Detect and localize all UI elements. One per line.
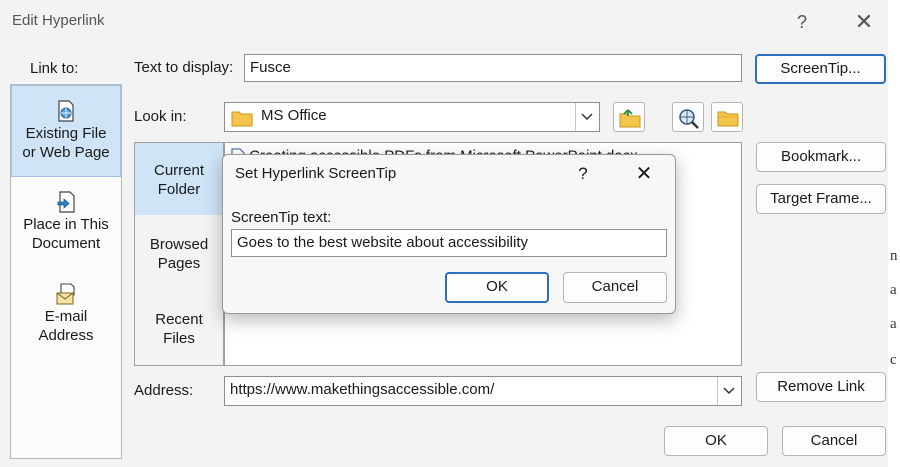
tab-current-folder-line1: Current: [153, 162, 205, 179]
dialog-title: Edit Hyperlink: [12, 12, 105, 29]
browse-web-icon: [679, 109, 699, 129]
doc-char: n: [890, 248, 898, 264]
cancel-button[interactable]: Cancel: [782, 426, 886, 456]
close-button[interactable]: ✕: [850, 8, 878, 36]
tab-recent-files[interactable]: Recent Files: [135, 310, 223, 348]
browse-file-icon: [717, 111, 739, 127]
text-to-display-label: Text to display:: [134, 59, 234, 76]
address-combo[interactable]: https://www.makethingsaccessible.com/: [224, 376, 742, 406]
link-to-place-in-document[interactable]: Place in This Document: [11, 191, 121, 253]
link-to-place-line2: Document: [31, 235, 101, 252]
screentip-text-label: ScreenTip text:: [231, 209, 332, 226]
screentip-cancel-button[interactable]: Cancel: [563, 272, 667, 303]
combo-divider: [717, 377, 718, 405]
link-to-existing-line2: or Web Page: [22, 144, 110, 161]
link-to-email-line1: E-mail: [44, 308, 88, 325]
screentip-close-button[interactable]: ✕: [629, 161, 659, 187]
up-folder-button[interactable]: [613, 102, 645, 132]
combo-divider: [575, 103, 576, 131]
tab-recent-files-line1: Recent: [155, 311, 203, 328]
location-tabs: Current Folder Browsed Pages Recent File…: [134, 142, 224, 366]
look-in-value: MS Office: [261, 107, 327, 124]
bookmark-button[interactable]: Bookmark...: [756, 142, 886, 172]
screentip-ok-button[interactable]: OK: [445, 272, 549, 303]
remove-link-button[interactable]: Remove Link: [756, 372, 886, 402]
chevron-down-icon[interactable]: [723, 385, 735, 397]
text-to-display-input[interactable]: Fusce: [244, 54, 742, 82]
link-to-email-address[interactable]: E-mail Address: [11, 283, 121, 345]
address-input[interactable]: https://www.makethingsaccessible.com/: [230, 381, 494, 398]
globe-file-icon: [58, 100, 74, 122]
screentip-help-button[interactable]: ?: [571, 161, 595, 187]
screentip-dialog-title: Set Hyperlink ScreenTip: [235, 165, 397, 182]
help-button[interactable]: ?: [790, 8, 814, 36]
address-label: Address:: [134, 382, 194, 399]
screentip-dialog: Set Hyperlink ScreenTip ? ✕ ScreenTip te…: [222, 154, 676, 314]
background-document-strip: n a a c: [888, 0, 900, 467]
screentip-button[interactable]: ScreenTip...: [755, 54, 886, 84]
doc-char: c: [890, 352, 897, 368]
look-in-combo[interactable]: MS Office: [224, 102, 600, 132]
doc-char: a: [890, 316, 897, 332]
tab-browsed-pages-line2: Pages: [157, 255, 201, 272]
tab-browsed-pages-line1: Browsed: [149, 236, 209, 253]
folder-icon: [231, 111, 253, 127]
chevron-down-icon[interactable]: [581, 111, 593, 123]
browse-web-button[interactable]: [672, 102, 704, 132]
link-to-existing-file[interactable]: Existing File or Web Page: [11, 85, 121, 177]
link-to-email-line2: Address: [38, 327, 94, 344]
link-to-existing-line1: Existing File: [25, 125, 107, 142]
tab-current-folder[interactable]: Current Folder: [135, 143, 223, 215]
up-folder-icon: [619, 109, 641, 128]
link-to-place-line1: Place in This: [23, 216, 109, 233]
link-to-bar: Existing File or Web Page Place in This …: [10, 84, 122, 459]
target-frame-button[interactable]: Target Frame...: [756, 184, 886, 214]
screentip-text-input[interactable]: Goes to the best website about accessibi…: [231, 229, 667, 257]
look-in-label: Look in:: [134, 108, 187, 125]
tab-current-folder-line2: Folder: [157, 181, 201, 198]
tab-browsed-pages[interactable]: Browsed Pages: [135, 235, 223, 273]
document-place-icon: [57, 191, 75, 213]
envelope-icon: [56, 283, 75, 305]
browse-file-button[interactable]: [711, 102, 743, 132]
ok-button[interactable]: OK: [664, 426, 768, 456]
tab-recent-files-line2: Files: [163, 330, 195, 347]
link-to-label: Link to:: [30, 60, 79, 77]
doc-char: a: [890, 282, 897, 298]
